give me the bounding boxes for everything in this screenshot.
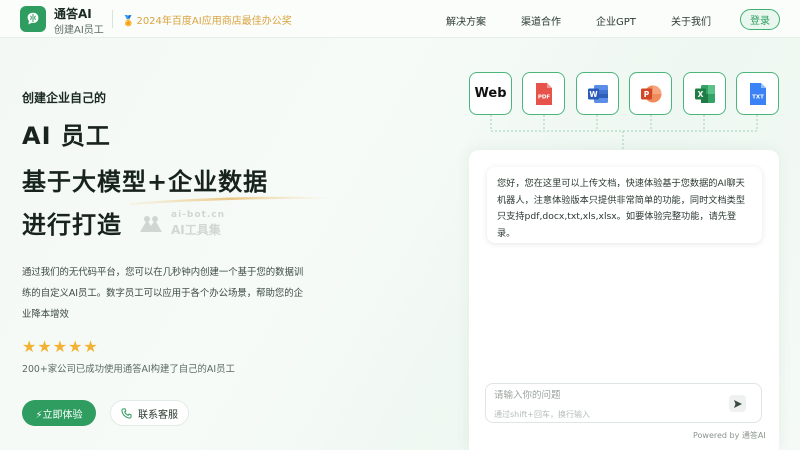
hero-eyebrow: 创建企业自己的 — [22, 91, 107, 105]
txt-file-icon: TXT — [749, 82, 766, 105]
rating-stars: ★★★★★ — [22, 337, 99, 356]
contact-support-button[interactable]: 联系客服 — [110, 400, 189, 426]
excel-label: X — [697, 90, 703, 99]
chat-input-box[interactable]: 通过shift+回车，换行输入 — [485, 383, 762, 423]
try-now-button[interactable]: ⚡立即体验 — [22, 400, 96, 426]
header-divider — [112, 10, 113, 28]
txt-label: TXT — [752, 94, 764, 100]
powerpoint-label: P — [643, 90, 649, 99]
chat-welcome-message: 您好，您在这里可以上传文档，快速体验基于您数据的AI聊天机器人，注意体验版本只提… — [487, 167, 762, 243]
word-file-icon: W — [587, 84, 608, 103]
phone-icon — [121, 407, 132, 419]
word-label: W — [589, 90, 598, 99]
watermark-logo-icon — [140, 216, 162, 232]
tile-web: Web — [469, 72, 512, 115]
award-banner: 🏅 2024年百度AI应用商店最佳办公奖 — [122, 12, 292, 27]
medal-icon: 🏅 — [122, 16, 135, 27]
brand-tagline: 创建AI员工 — [54, 25, 104, 36]
tile-word: W — [576, 72, 619, 115]
top-header: 通答AI 创建AI员工 🏅 2024年百度AI应用商店最佳办公奖 解决方案 渠道合… — [0, 0, 800, 38]
tile-excel: X — [683, 72, 726, 115]
nav-channel-partners[interactable]: 渠道合作 — [521, 13, 561, 28]
social-proof: 200+家公司已成功使用通答AI构建了自己的AI员工 — [22, 364, 235, 375]
hero-description: 通过我们的无代码平台，您可以在几秒钟内创建一个基于您的数据训练的自定义AI员工。… — [22, 267, 304, 320]
award-text: 2024年百度AI应用商店最佳办公奖 — [136, 16, 292, 27]
highlight-swoosh — [130, 196, 330, 205]
tile-txt: TXT — [736, 72, 779, 115]
watermark: ai-bot.cn AI工具集 — [138, 210, 238, 238]
login-button[interactable]: 登录 — [740, 9, 780, 30]
tile-powerpoint: P — [629, 72, 672, 115]
powerpoint-file-icon: P — [640, 85, 661, 102]
excel-file-icon: X — [694, 84, 715, 103]
watermark-name: AI工具集 — [171, 223, 221, 237]
tiles-connector — [490, 115, 758, 149]
brand-name[interactable]: 通答AI — [54, 5, 92, 22]
send-icon — [733, 399, 742, 408]
nav-enterprise-gpt[interactable]: 企业GPT — [596, 13, 636, 28]
contact-support-label: 联系客服 — [138, 409, 178, 421]
logo-icon[interactable] — [20, 6, 46, 32]
tile-pdf: PDF — [522, 72, 565, 115]
pdf-file-icon: PDF — [535, 82, 552, 105]
send-button[interactable] — [729, 395, 746, 412]
web-label: Web — [474, 86, 507, 101]
watermark-domain: ai-bot.cn — [171, 210, 225, 220]
powered-by: Powered by 通答AI — [693, 431, 766, 440]
hero-title-line-3: 进行打造 — [22, 211, 122, 239]
chat-question-input[interactable] — [494, 390, 719, 401]
hero-title-line-2: 基于大模型+企业数据 — [22, 168, 269, 196]
pdf-label: PDF — [537, 94, 550, 100]
hero-title-line-1: AI 员工 — [22, 122, 111, 150]
nav-solutions[interactable]: 解决方案 — [446, 13, 486, 28]
nav-about-us[interactable]: 关于我们 — [671, 13, 711, 28]
chat-input-hint: 通过shift+回车，换行输入 — [494, 410, 590, 419]
